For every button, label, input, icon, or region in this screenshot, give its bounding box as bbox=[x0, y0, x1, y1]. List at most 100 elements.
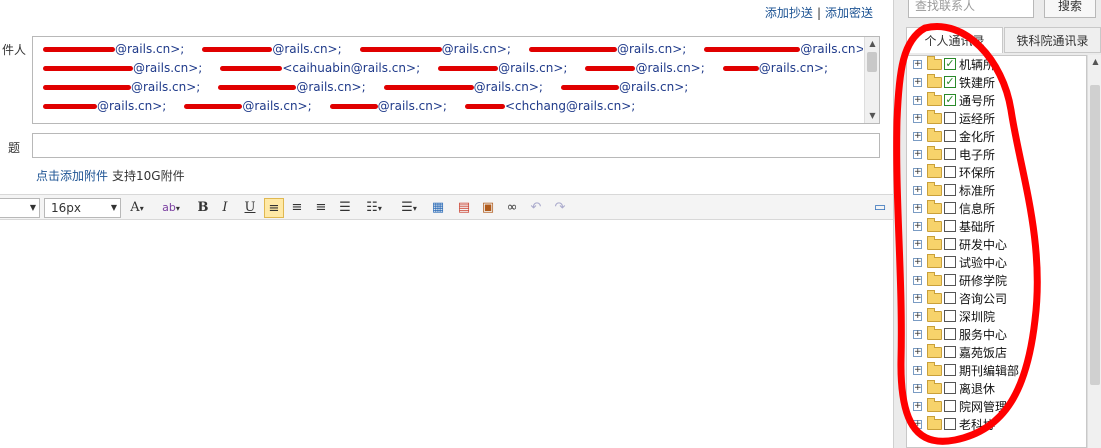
recipient-chip[interactable]: @rails.cn>; bbox=[43, 40, 184, 59]
tree-node[interactable]: + 电子所 bbox=[907, 146, 1086, 164]
tree-node[interactable]: + 嘉苑饭店 bbox=[907, 344, 1086, 362]
search-button[interactable]: 搜索 bbox=[1044, 0, 1096, 18]
scroll-down-arrow-icon[interactable]: ▼ bbox=[865, 109, 880, 123]
expand-plus-icon[interactable]: + bbox=[913, 222, 922, 231]
font-family-select[interactable]: ▼ bbox=[0, 198, 40, 218]
node-checkbox[interactable] bbox=[944, 382, 956, 394]
tree-scrollbar[interactable]: ▲ bbox=[1087, 55, 1101, 448]
align-justify-icon[interactable]: ☰ bbox=[335, 198, 355, 218]
align-left-icon[interactable]: ≡ bbox=[264, 198, 284, 218]
expand-plus-icon[interactable]: + bbox=[913, 312, 922, 321]
expand-plus-icon[interactable]: + bbox=[913, 60, 922, 69]
add-cc-link[interactable]: 添加抄送 bbox=[765, 6, 813, 20]
node-checkbox[interactable] bbox=[944, 400, 956, 412]
expand-plus-icon[interactable]: + bbox=[913, 348, 922, 357]
recipient-chip[interactable]: @rails.cn>; bbox=[383, 78, 543, 97]
recipient-field[interactable]: @rails.cn>; @rails.cn>; @rails.cn>; @rails.… bbox=[32, 36, 880, 124]
tree-node[interactable]: + 环保所 bbox=[907, 164, 1086, 182]
node-checkbox[interactable] bbox=[944, 292, 956, 304]
source-view-icon[interactable]: ▭ bbox=[870, 198, 890, 218]
tab-personal-contacts[interactable]: 个人通讯录 bbox=[906, 27, 1003, 53]
node-checkbox[interactable] bbox=[944, 310, 956, 322]
node-checkbox[interactable] bbox=[944, 148, 956, 160]
redo-icon[interactable]: ↷ bbox=[550, 198, 570, 218]
expand-plus-icon[interactable]: + bbox=[913, 366, 922, 375]
remove-format-icon[interactable]: ▤ bbox=[454, 198, 474, 218]
image-icon[interactable]: ▣ bbox=[478, 198, 498, 218]
undo-icon[interactable]: ↶ bbox=[526, 198, 546, 218]
recipient-chip[interactable]: @rails.cn>; bbox=[43, 97, 166, 116]
tree-node[interactable]: + ✓ 通号所 bbox=[907, 92, 1086, 110]
expand-plus-icon[interactable]: + bbox=[913, 204, 922, 213]
tree-node[interactable]: + 老科协 bbox=[907, 416, 1086, 434]
node-checkbox[interactable] bbox=[944, 238, 956, 250]
highlight-color-icon[interactable]: ab▾ bbox=[157, 198, 185, 218]
recipient-chip[interactable]: @rails.cn>; bbox=[218, 78, 366, 97]
recipient-chip[interactable]: @rails.cn>; bbox=[704, 40, 863, 59]
scroll-up-arrow-icon[interactable]: ▲ bbox=[1088, 55, 1101, 69]
contact-search-input[interactable]: 查找联系人 bbox=[908, 0, 1034, 18]
node-checkbox[interactable] bbox=[944, 346, 956, 358]
bold-button[interactable]: B bbox=[193, 198, 213, 218]
expand-plus-icon[interactable]: + bbox=[913, 294, 922, 303]
scroll-up-arrow-icon[interactable]: ▲ bbox=[865, 37, 880, 51]
recipient-chip[interactable]: @rails.cn>; bbox=[722, 59, 828, 78]
tree-node[interactable]: + 研修学院 bbox=[907, 272, 1086, 290]
expand-plus-icon[interactable]: + bbox=[913, 330, 922, 339]
recipient-chip[interactable]: <chchang@rails.cn>; bbox=[464, 97, 635, 116]
add-attachment-link[interactable]: 点击添加附件 bbox=[36, 169, 108, 183]
recipient-scrollbar[interactable]: ▲ ▼ bbox=[864, 37, 879, 123]
tree-node[interactable]: + 服务中心 bbox=[907, 326, 1086, 344]
expand-plus-icon[interactable]: + bbox=[913, 132, 922, 141]
numbered-list-icon[interactable]: ☰▾ bbox=[395, 198, 423, 218]
recipient-chip[interactable]: @rails.cn>; bbox=[528, 40, 686, 59]
expand-plus-icon[interactable]: + bbox=[913, 114, 922, 123]
node-checkbox[interactable]: ✓ bbox=[944, 58, 956, 70]
find-binoculars-icon[interactable]: ∞ bbox=[502, 198, 522, 218]
node-checkbox[interactable] bbox=[944, 184, 956, 196]
expand-plus-icon[interactable]: + bbox=[913, 276, 922, 285]
node-checkbox[interactable] bbox=[944, 364, 956, 376]
expand-plus-icon[interactable]: + bbox=[913, 150, 922, 159]
node-checkbox[interactable] bbox=[944, 112, 956, 124]
font-size-select[interactable]: 16px ▼ bbox=[44, 198, 121, 218]
message-body-editor[interactable] bbox=[0, 220, 893, 448]
font-color-icon[interactable]: A▾ bbox=[127, 198, 147, 218]
tree-node[interactable]: + ✓ 机辆所 bbox=[907, 56, 1086, 74]
underline-button[interactable]: U bbox=[240, 198, 260, 218]
tree-node[interactable]: + 标准所 bbox=[907, 182, 1086, 200]
node-checkbox[interactable]: ✓ bbox=[944, 94, 956, 106]
tree-node[interactable]: + 基础所 bbox=[907, 218, 1086, 236]
expand-plus-icon[interactable]: + bbox=[913, 420, 922, 429]
recipient-chip[interactable]: @rails.cn>; bbox=[359, 40, 511, 59]
tree-node[interactable]: + 离退休 bbox=[907, 380, 1086, 398]
expand-plus-icon[interactable]: + bbox=[913, 78, 922, 87]
tree-node[interactable]: + 深圳院 bbox=[907, 308, 1086, 326]
node-checkbox[interactable]: ✓ bbox=[944, 76, 956, 88]
node-checkbox[interactable] bbox=[944, 202, 956, 214]
recipient-chip[interactable]: @rails.cn>; bbox=[43, 59, 202, 78]
node-checkbox[interactable] bbox=[944, 166, 956, 178]
tree-node[interactable]: + 院网管理 bbox=[907, 398, 1086, 416]
recipient-chip[interactable]: @rails.cn>; bbox=[329, 97, 447, 116]
expand-plus-icon[interactable]: + bbox=[913, 384, 922, 393]
recipient-chip[interactable]: @rails.cn>; bbox=[43, 78, 200, 97]
expand-plus-icon[interactable]: + bbox=[913, 96, 922, 105]
tree-node[interactable]: + 试验中心 bbox=[907, 254, 1086, 272]
recipient-chip[interactable]: @rails.cn>; bbox=[438, 59, 567, 78]
recipient-chip[interactable]: @rails.cn>; bbox=[585, 59, 705, 78]
recipient-chip[interactable]: @rails.cn>; bbox=[202, 40, 342, 59]
expand-plus-icon[interactable]: + bbox=[913, 240, 922, 249]
node-checkbox[interactable] bbox=[944, 418, 956, 430]
tree-node[interactable]: + 运经所 bbox=[907, 110, 1086, 128]
expand-plus-icon[interactable]: + bbox=[913, 258, 922, 267]
tree-node[interactable]: + 金化所 bbox=[907, 128, 1086, 146]
recipient-chip[interactable]: @rails.cn>; bbox=[560, 78, 688, 97]
bullet-list-icon[interactable]: ☷▾ bbox=[360, 198, 388, 218]
tree-node[interactable]: + 研发中心 bbox=[907, 236, 1086, 254]
tree-node[interactable]: + 信息所 bbox=[907, 200, 1086, 218]
scroll-thumb[interactable] bbox=[867, 52, 877, 72]
expand-plus-icon[interactable]: + bbox=[913, 402, 922, 411]
align-center-icon[interactable]: ≡ bbox=[287, 198, 307, 218]
add-bcc-link[interactable]: 添加密送 bbox=[825, 6, 873, 20]
